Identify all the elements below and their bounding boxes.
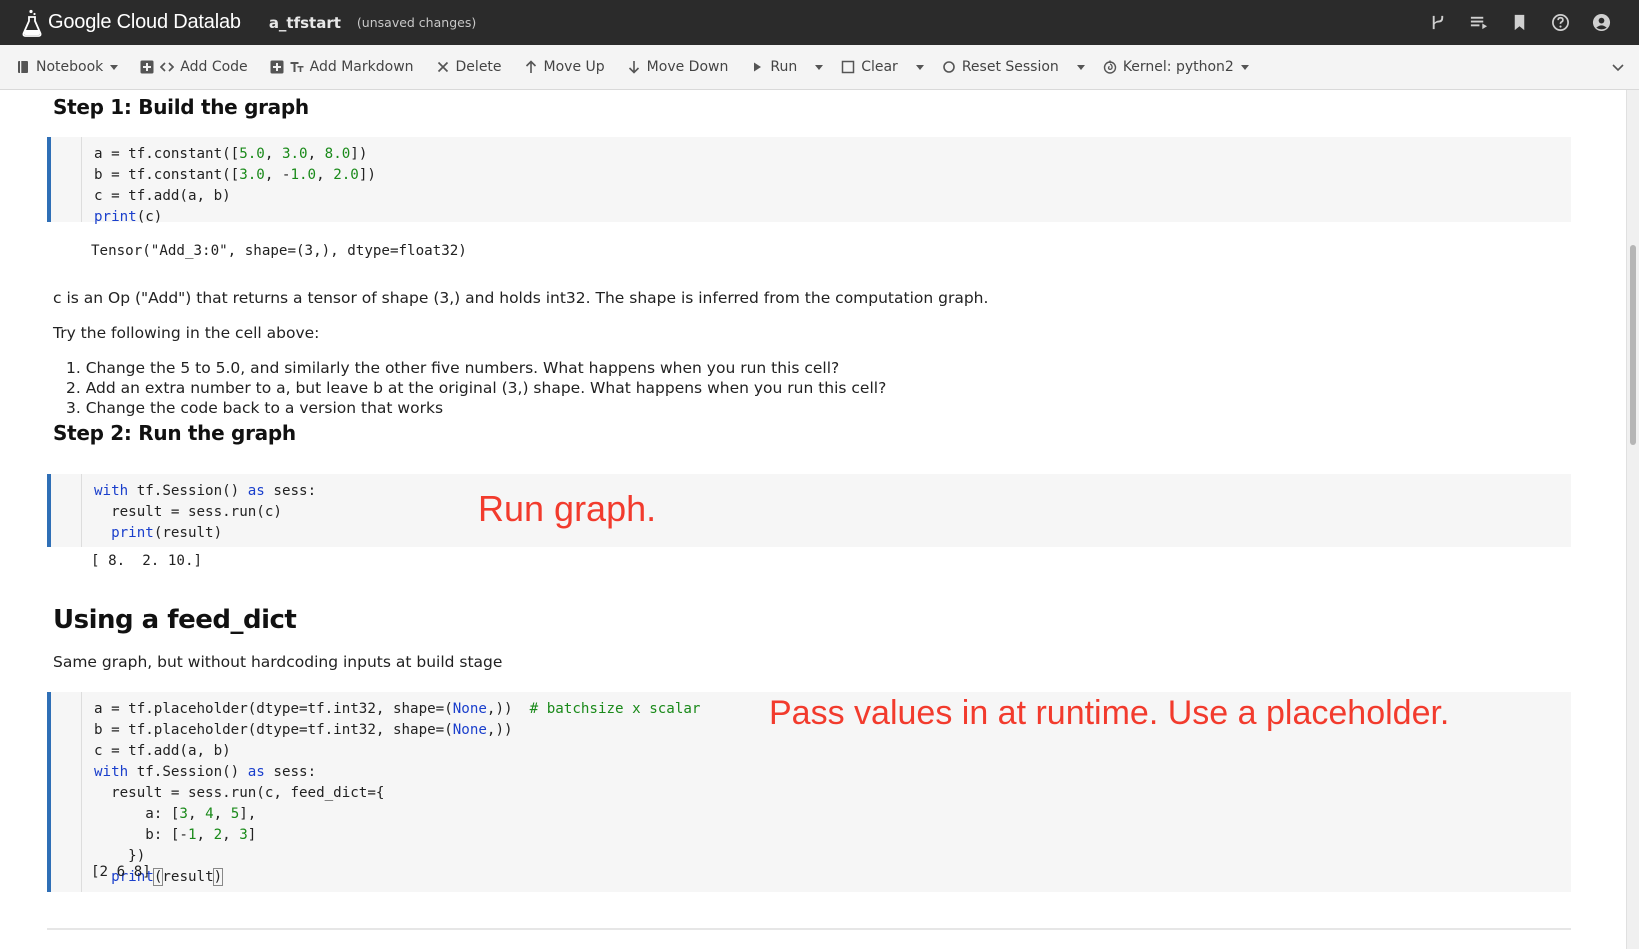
step1-output: Tensor("Add_3:0", shape=(3,), dtype=floa… <box>91 243 467 259</box>
datalab-logo[interactable]: Google Cloud Datalab <box>22 9 241 37</box>
code-line: a: [3, 4, 5], <box>94 806 257 822</box>
session-options-dropdown[interactable] <box>1076 64 1085 70</box>
run-options-dropdown[interactable] <box>815 64 824 70</box>
run-button[interactable]: Run <box>750 59 797 75</box>
chevron-down-icon <box>1240 64 1249 70</box>
code-icon <box>160 62 175 72</box>
scrollbar-thumb[interactable] <box>1630 245 1636 445</box>
try-list: 1. Change the 5 to 5.0, and similarly th… <box>66 358 886 418</box>
account-icon[interactable] <box>1592 13 1611 32</box>
kernel-label: Kernel: python2 <box>1122 59 1234 75</box>
clear-options-dropdown[interactable] <box>915 64 924 70</box>
move-up-label: Move Up <box>543 59 605 75</box>
reset-session-label: Reset Session <box>961 59 1059 75</box>
code-line: print(result) <box>111 525 223 541</box>
feed-dict-description: Same graph, but without hardcoding input… <box>53 653 503 671</box>
text-format-icon <box>290 62 304 72</box>
arrow-down-icon <box>628 61 639 74</box>
vertical-scrollbar[interactable] <box>1626 90 1639 949</box>
circle-icon <box>943 61 955 73</box>
kernel-icon <box>1103 60 1117 74</box>
list-icon[interactable] <box>1469 13 1488 32</box>
cell-divider <box>47 928 1571 930</box>
run-label: Run <box>770 59 798 75</box>
chevron-down-icon <box>110 64 119 70</box>
add-markdown-label: Add Markdown <box>309 59 414 75</box>
step2-heading: Step 2: Run the graph <box>53 421 296 445</box>
notebook-icon <box>18 61 28 73</box>
step1-code[interactable]: a = tf.constant([5.0, 3.0, 8.0]) b = tf.… <box>94 144 376 228</box>
help-icon[interactable] <box>1551 13 1570 32</box>
list-item: 2. Add an extra number to a, but leave b… <box>66 379 887 397</box>
code-line: c = tf.add(a, b) <box>94 743 231 759</box>
checkbox-icon <box>841 60 855 74</box>
code-line: a = tf.constant([5.0, 3.0, 8.0]) <box>94 146 368 162</box>
flask-icon <box>22 9 42 37</box>
feed-dict-output: [2 6 8] <box>91 864 151 880</box>
move-down-button[interactable]: Move Down <box>627 59 729 75</box>
notebook-title[interactable]: a_tfstart <box>269 14 341 32</box>
code-line: b: [-1, 2, 3] <box>94 827 257 843</box>
step1-explanation: c is an Op ("Add") that returns a tensor… <box>53 289 989 307</box>
notebook-menu[interactable]: Notebook <box>16 59 119 75</box>
reset-session-button[interactable]: Reset Session <box>942 59 1059 75</box>
ungit-icon[interactable] <box>1428 13 1447 32</box>
move-down-label: Move Down <box>646 59 729 75</box>
feed-dict-code-cell[interactable]: a = tf.placeholder(dtype=tf.int32, shape… <box>47 692 1571 892</box>
close-icon <box>437 61 448 73</box>
arrow-up-icon <box>525 60 536 73</box>
notebook-menu-label: Notebook <box>36 59 104 75</box>
step1-code-cell[interactable]: a = tf.constant([5.0, 3.0, 8.0]) b = tf.… <box>47 137 1571 225</box>
delete-button[interactable]: Delete <box>436 59 502 75</box>
code-line: b = tf.constant([3.0, -1.0, 2.0]) <box>94 167 376 183</box>
list-item: 1. Change the 5 to 5.0, and similarly th… <box>66 359 840 377</box>
move-up-button[interactable]: Move Up <box>524 59 605 75</box>
placeholder-annotation: Pass values in at runtime. Use a placeho… <box>769 694 1450 732</box>
step2-code[interactable]: with tf.Session() as sess: result = sess… <box>94 481 316 544</box>
try-intro: Try the following in the cell above: <box>53 324 320 342</box>
code-line: c = tf.add(a, b) <box>94 188 231 204</box>
code-line: }) <box>94 848 146 864</box>
save-status: (unsaved changes) <box>356 15 477 30</box>
play-icon <box>754 62 762 72</box>
feed-dict-heading: Using a feed_dict <box>53 605 297 635</box>
list-item: 3. Change the code back to a version tha… <box>66 399 444 417</box>
clear-button[interactable]: Clear <box>841 59 898 75</box>
cell-gutter <box>81 474 82 547</box>
clear-label: Clear <box>861 59 898 75</box>
app-name: Google Cloud Datalab <box>48 11 241 33</box>
code-line: with tf.Session() as sess: <box>94 764 317 780</box>
step2-output: [ 8. 2. 10.] <box>91 553 203 569</box>
feed-dict-code[interactable]: a = tf.placeholder(dtype=tf.int32, shape… <box>94 699 700 888</box>
header-actions <box>1428 0 1611 45</box>
add-icon <box>270 60 284 74</box>
expand-toolbar-icon[interactable] <box>1611 60 1625 74</box>
notebook-toolbar: Notebook Add Code Add Markdown Delete Mo… <box>0 45 1639 90</box>
cell-gutter <box>81 137 82 222</box>
app-header: Google Cloud Datalab a_tfstart (unsaved … <box>0 0 1639 45</box>
run-graph-annotation: Run graph. <box>478 488 657 529</box>
notebook-content[interactable]: Step 1: Build the graph a = tf.constant(… <box>0 90 1626 949</box>
code-line: b = tf.placeholder(dtype=tf.int32, shape… <box>94 722 513 738</box>
add-icon <box>140 60 154 74</box>
delete-label: Delete <box>455 59 502 75</box>
step1-heading: Step 1: Build the graph <box>53 95 309 119</box>
add-code-button[interactable]: Add Code <box>140 59 248 75</box>
code-line: a = tf.placeholder(dtype=tf.int32, shape… <box>94 701 701 717</box>
code-line: print(c) <box>94 209 163 225</box>
step2-code-cell[interactable]: with tf.Session() as sess: result = sess… <box>47 474 1571 547</box>
code-line: with tf.Session() as sess: <box>94 483 317 499</box>
add-markdown-button[interactable]: Add Markdown <box>270 59 414 75</box>
code-line: result = sess.run(c, feed_dict={ <box>94 785 385 801</box>
code-line: result = sess.run(c) <box>94 504 282 520</box>
kernel-menu[interactable]: Kernel: python2 <box>1103 59 1249 75</box>
bookmark-icon[interactable] <box>1510 13 1529 32</box>
cell-gutter <box>81 692 82 892</box>
add-code-label: Add Code <box>180 59 248 75</box>
